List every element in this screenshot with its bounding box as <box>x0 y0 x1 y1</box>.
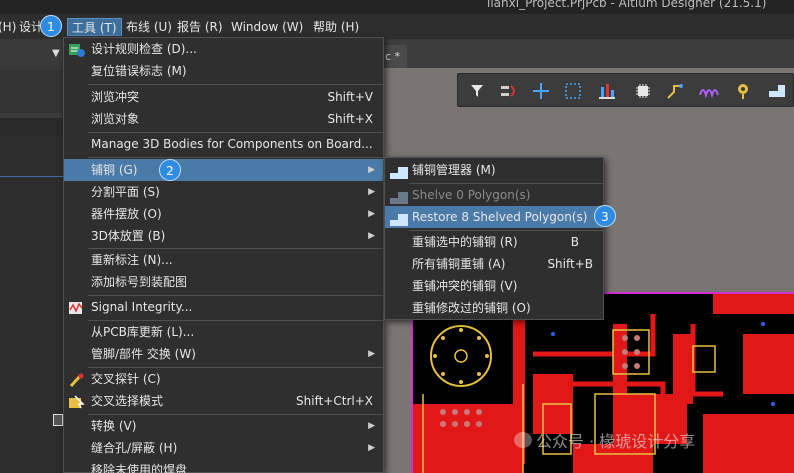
menu-reports[interactable]: 报告 (R) <box>173 18 227 36</box>
menu-item-shelve-polygons[interactable]: Shelve 0 Polygon(s) <box>385 184 603 206</box>
signal-integrity-icon <box>69 300 85 314</box>
drc-icon <box>69 42 85 57</box>
filter-icon[interactable] <box>466 80 488 102</box>
diff-pair-icon[interactable] <box>698 80 720 102</box>
menu-item-reannotate[interactable]: 重新标注 (N)... <box>64 249 383 271</box>
select-rectangle-icon[interactable] <box>562 80 584 102</box>
menu-tools[interactable]: 工具 (T) <box>67 18 122 36</box>
dropdown-arrow-icon[interactable]: ▼ <box>52 48 60 59</box>
menu-item-add-designators[interactable]: 添加标号到装配图 <box>64 271 383 293</box>
panel-divider <box>0 176 66 177</box>
document-tab-bar <box>383 40 794 68</box>
app-window: lianxi_Project.PrjPcb - Altium Designer … <box>0 0 794 473</box>
menu-item-convert[interactable]: 转换 (V) ▶ <box>64 415 383 437</box>
submenu-arrow-icon: ▶ <box>368 421 375 431</box>
menu-item-reset-errors[interactable]: 复位错误标志 (M) <box>64 60 383 82</box>
menu-item-cross-select-mode[interactable]: 交叉选择模式 Shift+Ctrl+X <box>64 390 383 412</box>
menu-separator <box>88 84 383 85</box>
menu-item-browse-objects[interactable]: 浏览对象 Shift+X <box>64 108 383 130</box>
menu-item-3d-body-placement[interactable]: 3D体放置 (B) ▶ <box>64 225 383 247</box>
panel-header: ▼ <box>0 40 66 70</box>
menu-separator <box>88 157 383 158</box>
menu-item-repour-violating[interactable]: 重铺冲突的铺铜 (V) <box>385 275 603 297</box>
menu-item-repour-modified[interactable]: 重铺修改过的铺铜 (O) <box>385 297 603 319</box>
menu-item-polygon-manager[interactable]: 铺铜管理器 (M) <box>385 159 603 181</box>
align-icon[interactable] <box>596 80 618 102</box>
panel-section <box>0 70 66 113</box>
wechat-icon <box>514 432 532 448</box>
step-badge-3: 3 <box>594 205 616 227</box>
polygon-pours-submenu: 铺铜管理器 (M) Shelve 0 Polygon(s) Restore 8 … <box>384 157 604 320</box>
polygon-icon[interactable] <box>766 80 788 102</box>
submenu-arrow-icon: ▶ <box>368 349 375 359</box>
polygon-icon <box>390 189 408 204</box>
left-panel: ▼ <box>0 40 66 473</box>
step-badge-2: 2 <box>159 159 181 181</box>
interactive-route-icon[interactable] <box>498 80 520 102</box>
watermark: 公众号 · 椽琥设计分享 <box>536 432 696 451</box>
title-bar: lianxi_Project.PrjPcb - Altium Designer … <box>0 0 794 14</box>
polygon-icon <box>390 211 408 226</box>
panel-section-header <box>0 118 66 136</box>
step-badge-1: 1 <box>40 15 62 37</box>
component-icon[interactable] <box>632 80 654 102</box>
cross-probe-icon <box>69 372 85 388</box>
menu-item-signal-integrity[interactable]: Signal Integrity... <box>64 296 383 318</box>
polygon-icon <box>390 164 408 179</box>
crosshair-icon[interactable] <box>530 80 552 102</box>
menu-item-split-planes[interactable]: 分割平面 (S) ▶ <box>64 181 383 203</box>
menu-item-restore-shelved-polygons[interactable]: Restore 8 Shelved Polygon(s) <box>385 206 603 228</box>
menu-help[interactable]: 帮助 (H) <box>309 18 363 36</box>
menu-item-polygon-pours[interactable]: 铺铜 (G) ▶ <box>64 159 383 181</box>
active-bar-toolbar <box>457 73 794 107</box>
window-title: lianxi_Project.PrjPcb - Altium Designer … <box>487 0 767 10</box>
submenu-arrow-icon: ▶ <box>368 231 375 241</box>
via-icon[interactable] <box>732 80 754 102</box>
submenu-arrow-icon: ▶ <box>368 187 375 197</box>
menu-item-pin-part-swap[interactable]: 管脚/部件 交换 (W) ▶ <box>64 343 383 365</box>
document-icon <box>53 414 63 426</box>
menu-item-repour-all[interactable]: 所有铺铜重铺 (A) Shift+B <box>385 253 603 275</box>
menu-item-via-stitching[interactable]: 缝合孔/屏蔽 (H) ▶ <box>64 437 383 459</box>
route-icon[interactable] <box>664 80 686 102</box>
submenu-arrow-icon: ▶ <box>368 209 375 219</box>
cross-select-icon <box>69 394 85 409</box>
menu-item-update-from-pcb-library[interactable]: 从PCB库更新 (L)... <box>64 321 383 343</box>
menu-item-manage-3d-bodies[interactable]: Manage 3D Bodies for Components on Board… <box>64 133 383 155</box>
menu-item-component-placement[interactable]: 器件摆放 (O) ▶ <box>64 203 383 225</box>
menu-route[interactable]: 布线 (U) <box>122 18 176 36</box>
menu-item-cross-probe[interactable]: 交叉探针 (C) <box>64 368 383 390</box>
submenu-arrow-icon: ▶ <box>368 443 375 453</box>
document-tab[interactable]: c * <box>383 45 407 68</box>
menu-item-drc[interactable]: 设计规则检查 (D)... <box>64 38 383 60</box>
menu-window[interactable]: Window (W) <box>227 18 307 36</box>
tools-menu: 设计规则检查 (D)... 复位错误标志 (M) 浏览冲突 Shift+V 浏览… <box>63 37 384 473</box>
menu-item-repour-selected[interactable]: 重铺选中的铺铜 (R) B <box>385 231 603 253</box>
menu-item-browse-violations[interactable]: 浏览冲突 Shift+V <box>64 86 383 108</box>
menu-item-remove-unused-pads[interactable]: 移除未使用的焊盘 <box>64 459 383 473</box>
submenu-arrow-icon: ▶ <box>368 165 375 175</box>
